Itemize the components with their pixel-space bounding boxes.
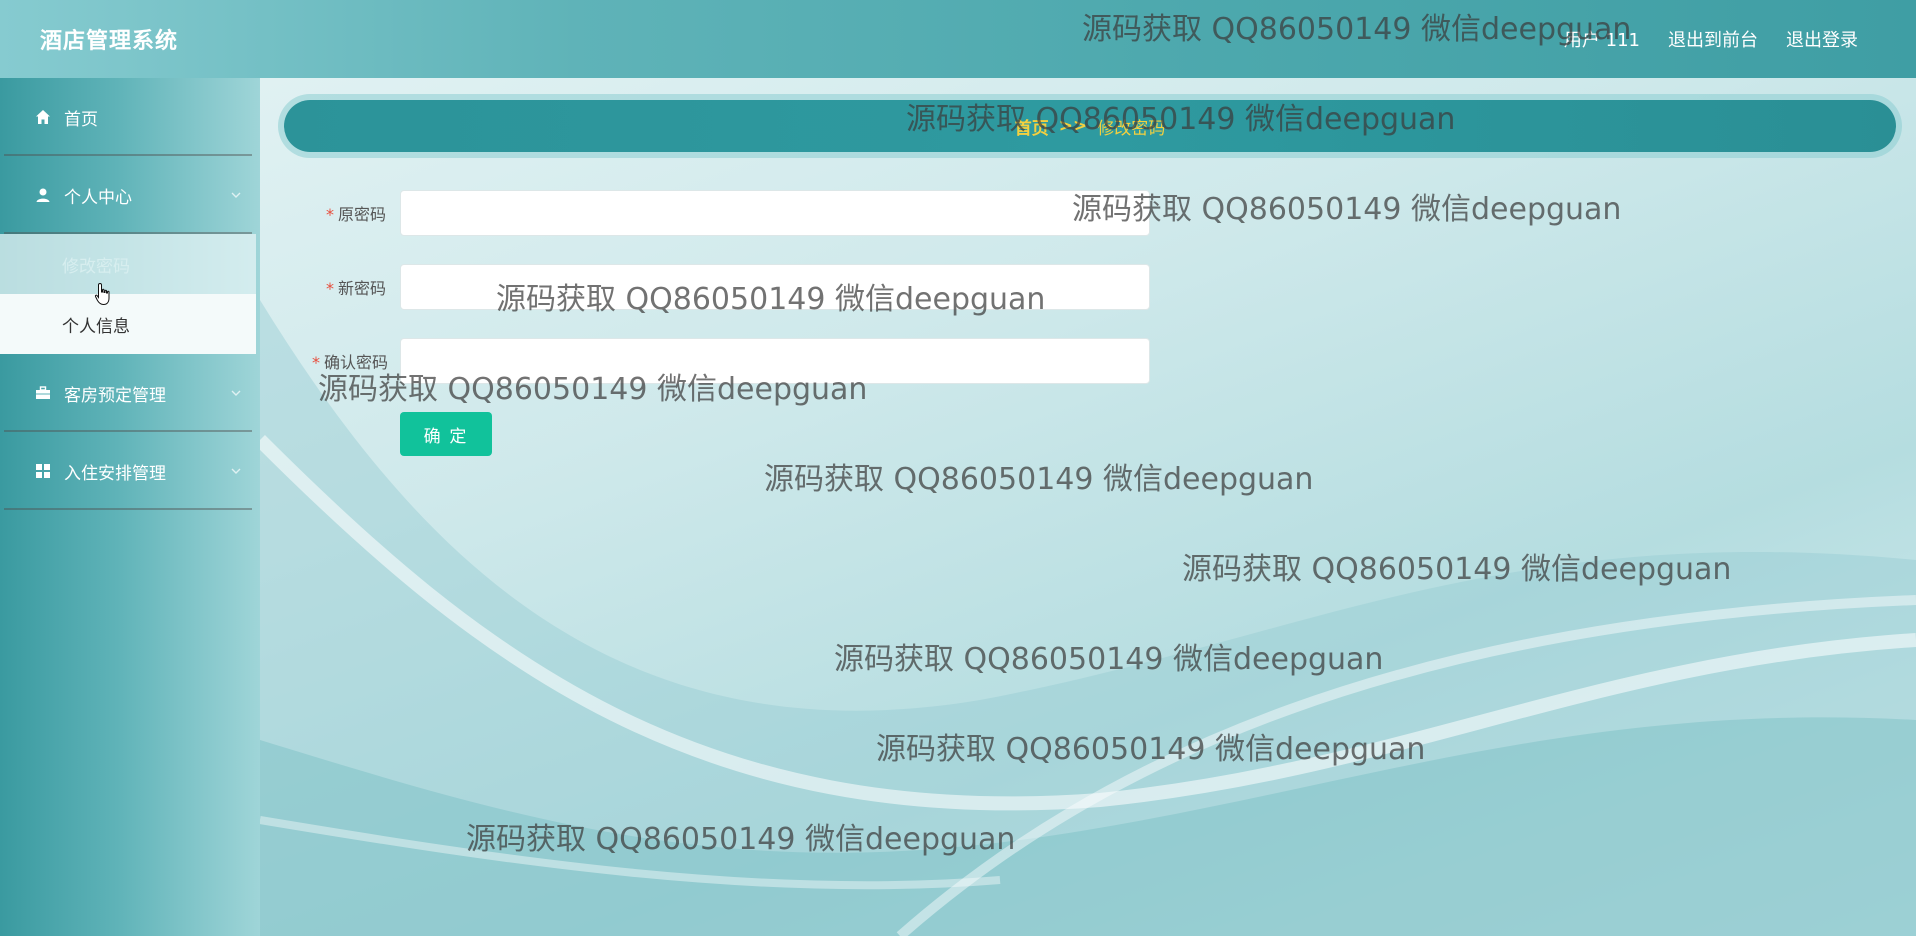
logout-link[interactable]: 退出登录 xyxy=(1786,26,1858,52)
sidebar-item-label: 个人中心 xyxy=(64,187,132,208)
sidebar-item-room-booking[interactable]: 客房预定管理 xyxy=(0,354,260,432)
sidebar-subitem-change-password[interactable]: 修改密码 xyxy=(0,234,256,294)
confirm-password-label-text: 确认密码 xyxy=(324,353,389,372)
sidebar-item-checkin-arrangement[interactable]: 入住安排管理 xyxy=(0,432,260,510)
sidebar-item-home[interactable]: 首页 xyxy=(0,78,260,156)
new-password-label-text: 新密码 xyxy=(337,279,386,298)
main-content: 首页 >> 修改密码 * 原密码 * 新密码 * 确认密码 确 定 xyxy=(260,78,1916,936)
user-icon xyxy=(34,186,52,204)
confirm-password-label: * 确认密码 xyxy=(312,349,400,373)
briefcase-icon xyxy=(34,384,52,402)
change-password-form: * 原密码 * 新密码 * 确认密码 确 定 xyxy=(312,190,1150,456)
back-to-front-link[interactable]: 退出到前台 xyxy=(1668,26,1758,52)
breadcrumb-current: 修改密码 xyxy=(1097,118,1166,139)
sidebar: 首页 个人中心 修改密码 个人信息 客房预定管理 入住安排管理 xyxy=(0,78,260,936)
sidebar-item-label: 客房预定管理 xyxy=(64,385,166,406)
current-user-label: 用户 111 xyxy=(1563,30,1640,51)
confirm-password-row: * 确认密码 xyxy=(312,338,1150,384)
personal-center-submenu: 修改密码 个人信息 xyxy=(0,234,256,354)
chevron-down-icon xyxy=(231,390,241,396)
breadcrumb-separator: >> xyxy=(1058,116,1088,136)
old-password-input[interactable] xyxy=(400,190,1150,236)
app-title: 酒店管理系统 xyxy=(40,29,179,54)
hand-cursor-icon xyxy=(94,282,110,306)
submit-button[interactable]: 确 定 xyxy=(400,412,492,456)
breadcrumb: 首页 >> 修改密码 xyxy=(284,100,1896,152)
required-mark: * xyxy=(325,205,334,224)
header-actions: 用户 111 退出到前台 退出登录 xyxy=(1564,26,1876,52)
new-password-label: * 新密码 xyxy=(312,275,400,299)
top-header: 酒店管理系统 用户 111 退出到前台 退出登录 xyxy=(0,0,1916,78)
required-mark: * xyxy=(312,353,320,372)
required-mark: * xyxy=(325,279,334,298)
sidebar-item-label: 首页 xyxy=(64,109,98,130)
breadcrumb-home-link[interactable]: 首页 xyxy=(1015,114,1049,139)
old-password-label-text: 原密码 xyxy=(337,205,386,224)
sidebar-subitem-personal-info[interactable]: 个人信息 xyxy=(0,294,256,354)
chevron-down-icon xyxy=(231,192,241,198)
sidebar-item-personal-center[interactable]: 个人中心 xyxy=(0,156,260,234)
confirm-password-input[interactable] xyxy=(400,338,1150,384)
new-password-row: * 新密码 xyxy=(312,264,1150,310)
new-password-input[interactable] xyxy=(400,264,1150,310)
chevron-down-icon xyxy=(231,468,241,474)
old-password-row: * 原密码 xyxy=(312,190,1150,236)
home-icon xyxy=(34,108,52,126)
old-password-label: * 原密码 xyxy=(312,201,400,225)
sidebar-item-label: 入住安排管理 xyxy=(64,463,166,484)
grid-icon xyxy=(34,462,52,480)
